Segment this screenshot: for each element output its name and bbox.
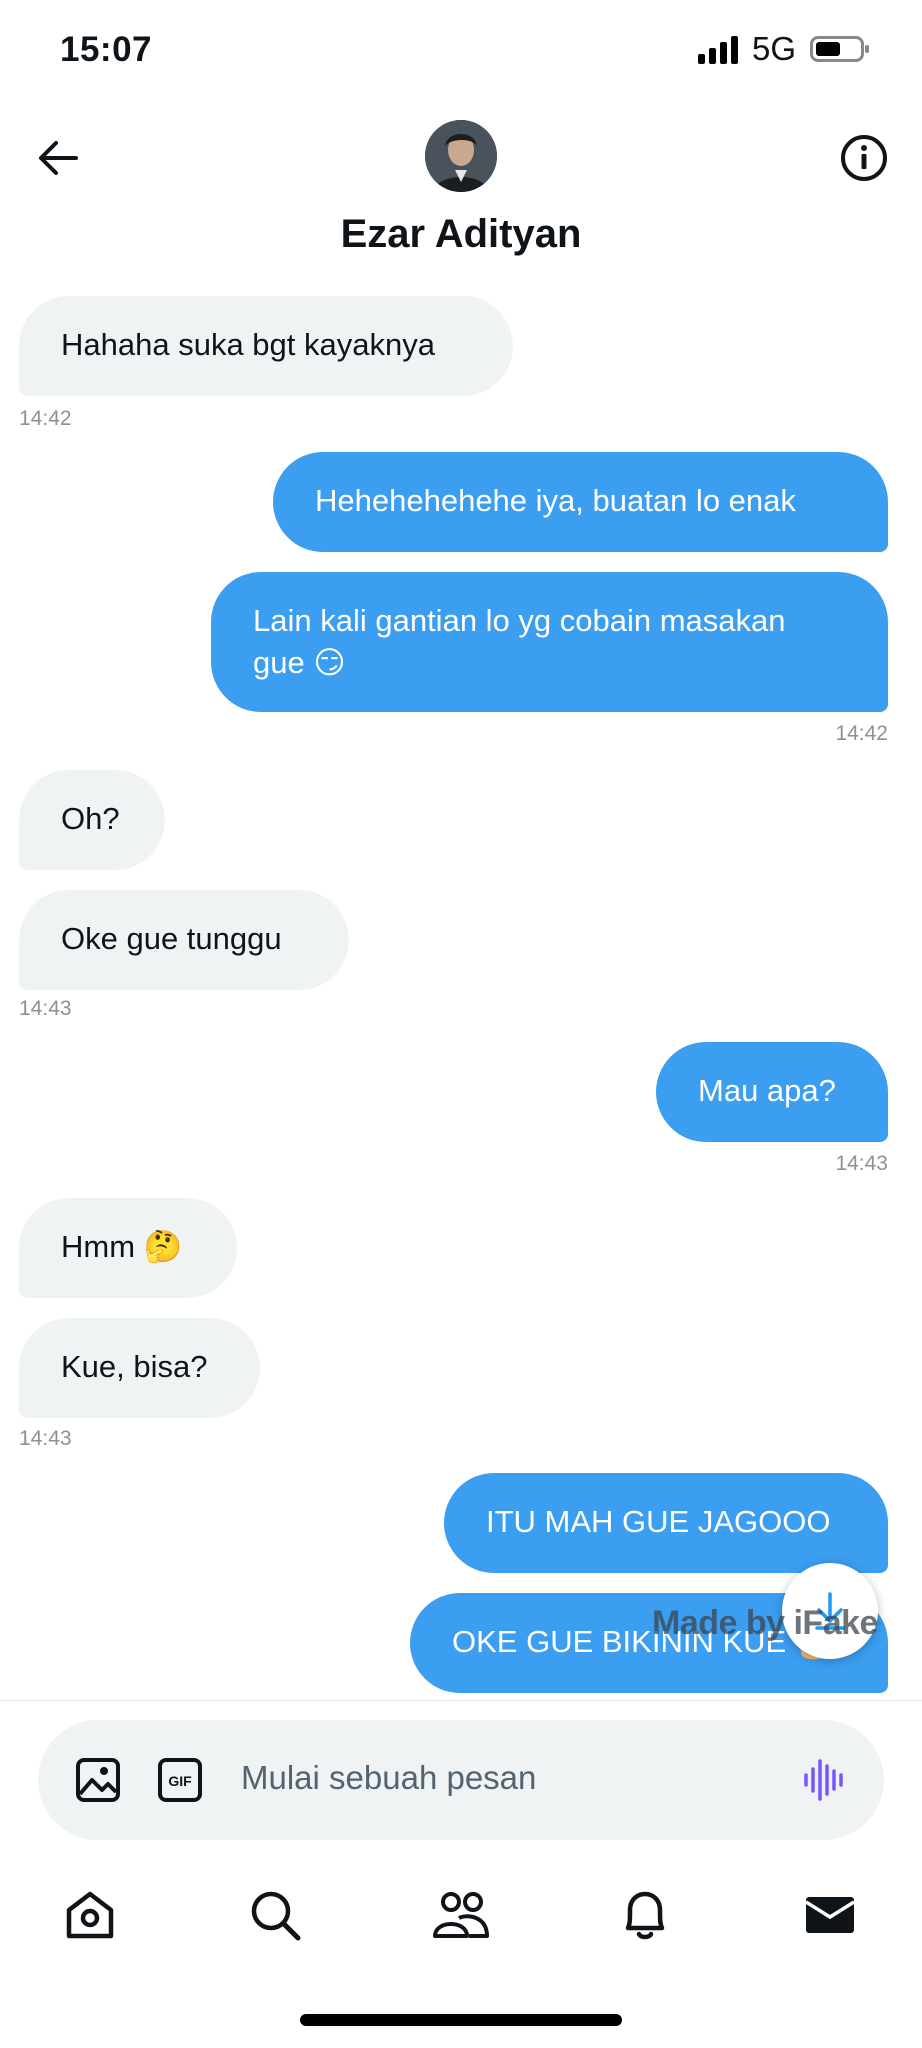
conversation-header: Ezar Adityan <box>0 100 922 290</box>
bell-icon <box>625 1891 665 1940</box>
tab-notifications[interactable] <box>605 1880 685 1950</box>
image-icon <box>76 1758 120 1802</box>
message-timestamp: 14:43 <box>19 997 72 1020</box>
home-icon <box>66 1891 114 1939</box>
message-text: Oh? <box>61 801 120 836</box>
search-icon <box>251 1891 301 1941</box>
message-text: Kue, bisa? <box>61 1349 208 1384</box>
message-outgoing[interactable]: Mau apa? <box>656 1042 888 1142</box>
message-incoming[interactable]: Oke gue tunggu <box>19 890 349 990</box>
message-text-line: Lain kali gantian lo yg cobain masakan <box>253 603 786 638</box>
info-button[interactable] <box>836 130 892 186</box>
arrow-left-icon <box>39 141 78 175</box>
gif-button[interactable]: GIF <box>150 1750 210 1810</box>
info-icon <box>841 135 887 181</box>
message-timestamp: 14:43 <box>19 1427 72 1450</box>
divider <box>0 1700 922 1701</box>
message-outgoing[interactable]: Lain kali gantian lo yg cobain masakan g… <box>211 572 888 712</box>
message-outgoing[interactable]: ITU MAH GUE JAGOOO <box>444 1473 888 1573</box>
message-incoming[interactable]: Hahaha suka bgt kayaknya <box>19 296 513 396</box>
voice-message-button[interactable] <box>794 1750 854 1810</box>
back-button[interactable] <box>30 130 86 186</box>
status-indicators: 5G <box>697 30 869 68</box>
status-time: 15:07 <box>60 30 153 69</box>
message-input[interactable]: Mulai sebuah pesan <box>241 1759 536 1797</box>
tab-search[interactable] <box>235 1880 315 1950</box>
message-timestamp: 14:43 <box>835 1152 888 1175</box>
message-outgoing[interactable]: Hehehehehehe iya, buatan lo enak <box>273 452 888 552</box>
tab-communities[interactable] <box>421 1880 501 1950</box>
home-indicator <box>300 2014 622 2026</box>
message-timestamp: 14:42 <box>835 722 888 745</box>
contact-name[interactable]: Ezar Adityan <box>0 212 922 257</box>
battery-icon <box>810 36 869 62</box>
message-text: Oke gue tunggu <box>61 921 282 956</box>
tab-home[interactable] <box>50 1880 130 1950</box>
network-type: 5G <box>751 30 796 67</box>
watermark: Made by iFake <box>652 1604 878 1642</box>
message-timestamp: 14:42 <box>19 407 72 430</box>
envelope-icon <box>805 1897 855 1933</box>
message-text: ITU MAH GUE JAGOOO <box>486 1504 831 1539</box>
message-text: Hmm 🤔 <box>61 1229 183 1264</box>
status-bar: 15:07 5G <box>0 0 922 100</box>
message-list[interactable]: Hahaha suka bgt kayaknya 14:42 Heheheheh… <box>0 290 922 1700</box>
svg-text:GIF: GIF <box>168 1773 192 1789</box>
image-button[interactable] <box>68 1750 128 1810</box>
avatar[interactable] <box>425 120 497 192</box>
message-text-line: gue 😏 <box>253 645 346 680</box>
message-text: Mau apa? <box>698 1073 836 1108</box>
gif-icon: GIF <box>158 1758 202 1802</box>
message-text: Hehehehehehe iya, buatan lo enak <box>315 483 796 518</box>
tab-messages[interactable] <box>790 1880 870 1950</box>
communities-icon <box>433 1892 489 1938</box>
message-incoming[interactable]: Kue, bisa? <box>19 1318 260 1418</box>
voice-wave-icon <box>804 1759 843 1801</box>
message-incoming[interactable]: Hmm 🤔 <box>19 1198 237 1298</box>
signal-icon <box>697 34 738 64</box>
message-incoming[interactable]: Oh? <box>19 770 165 870</box>
message-text: Hahaha suka bgt kayaknya <box>61 327 435 362</box>
message-composer[interactable]: GIF Mulai sebuah pesan <box>38 1720 884 1840</box>
bottom-tab-bar <box>0 1860 922 1970</box>
